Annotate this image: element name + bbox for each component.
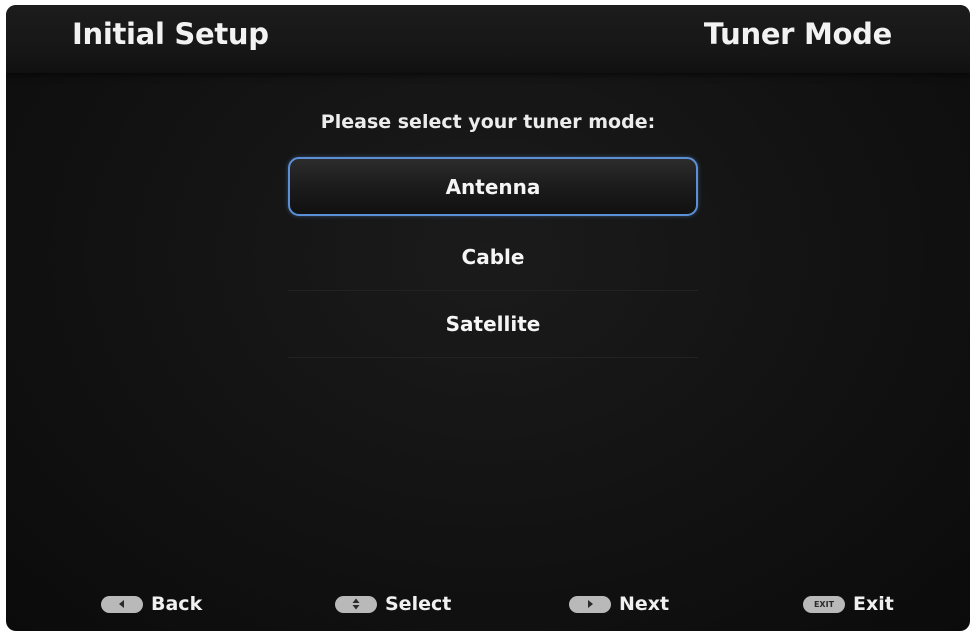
select-hint[interactable]: Select	[335, 589, 451, 619]
left-arrow-icon	[101, 595, 143, 613]
page-title: Initial Setup	[72, 17, 269, 51]
back-hint[interactable]: Back	[101, 589, 202, 619]
tuner-mode-options: Antenna Cable Satellite	[288, 157, 698, 358]
option-cable[interactable]: Cable	[288, 224, 698, 291]
exit-hint[interactable]: EXIT Exit	[803, 589, 894, 619]
next-label: Next	[619, 593, 670, 615]
option-label: Cable	[461, 245, 525, 269]
option-label: Satellite	[445, 312, 541, 336]
tv-screen: Initial Setup Tuner Mode Please select y…	[6, 5, 970, 631]
footer-hints: Back Select Next EXIT Exit	[6, 589, 970, 619]
select-label: Select	[385, 593, 452, 615]
exit-label: Exit	[853, 593, 894, 615]
next-hint[interactable]: Next	[569, 589, 669, 619]
option-antenna[interactable]: Antenna	[288, 157, 698, 216]
prompt-text: Please select your tuner mode:	[320, 111, 656, 133]
header-bar: Initial Setup Tuner Mode	[6, 5, 970, 73]
right-arrow-icon	[569, 595, 611, 613]
option-label: Antenna	[445, 174, 541, 199]
up-down-arrow-icon	[335, 595, 377, 613]
option-satellite[interactable]: Satellite	[288, 291, 698, 358]
screen-name: Tuner Mode	[703, 17, 892, 51]
back-label: Back	[151, 593, 203, 615]
exit-key-icon: EXIT	[803, 595, 845, 613]
